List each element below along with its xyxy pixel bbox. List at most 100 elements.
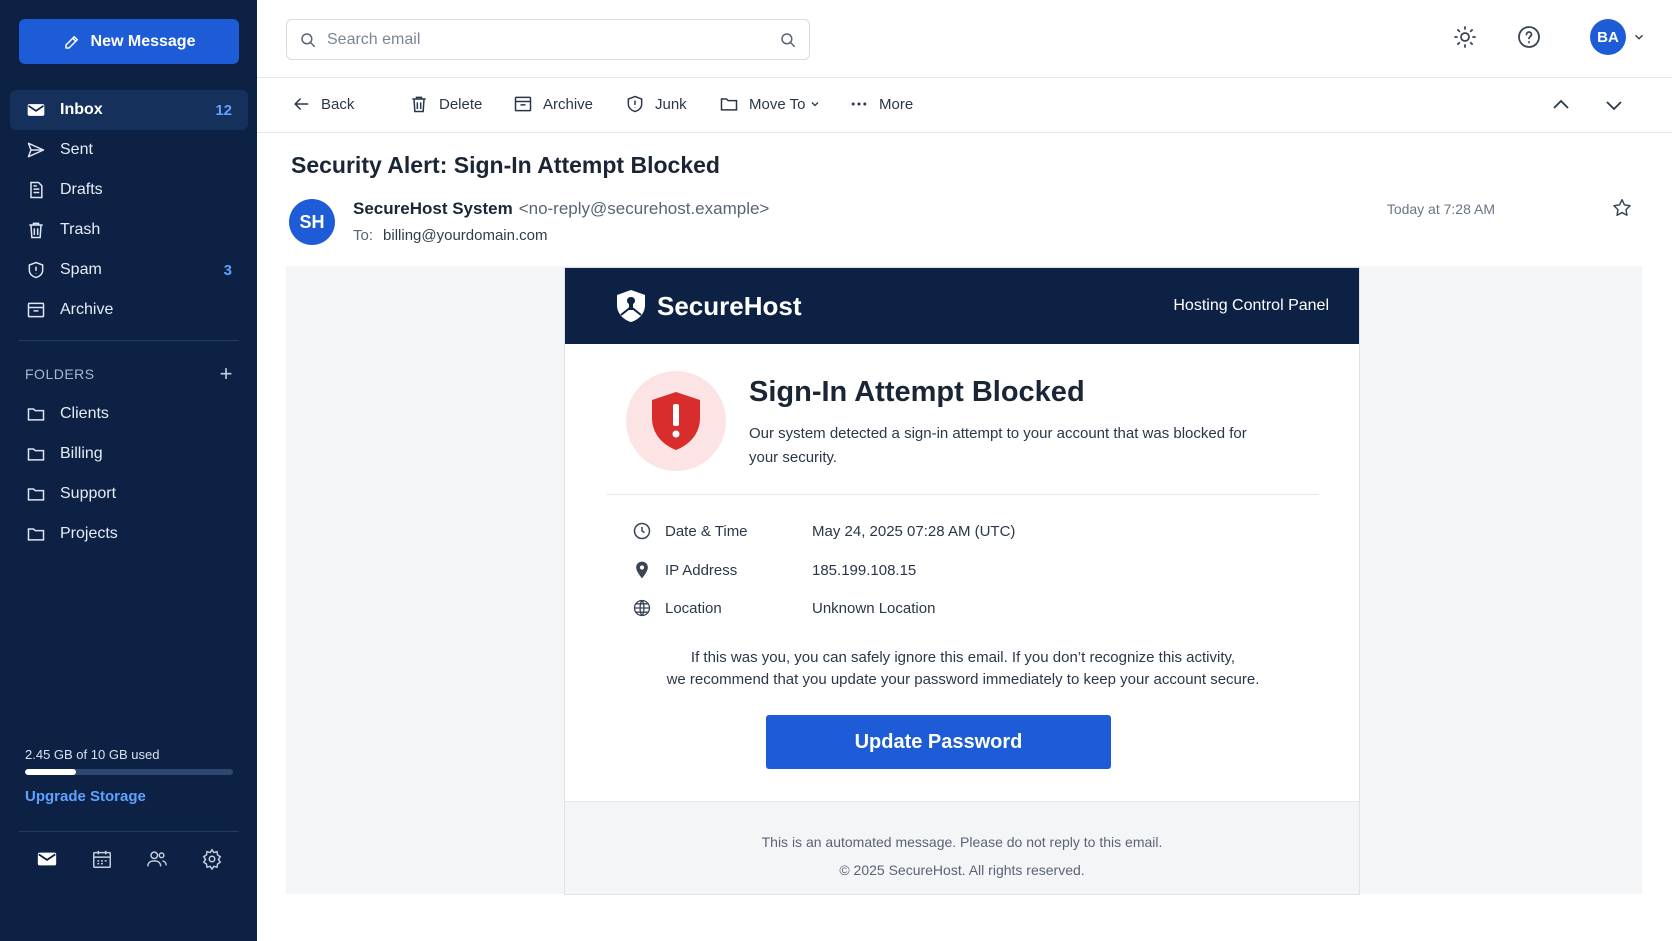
draft-icon xyxy=(30,181,43,199)
sidebar-item-label: Drafts xyxy=(60,181,103,198)
folder-icon xyxy=(720,98,738,111)
help-icon xyxy=(1518,26,1540,48)
new-message-label: New Message xyxy=(90,32,196,50)
brand-header: SecureHost Hosting Control Panel xyxy=(565,268,1359,344)
email-content-card: SecureHost Hosting Control Panel Date & … xyxy=(564,267,1360,895)
send-icon xyxy=(27,142,45,158)
chevron-down-icon xyxy=(1606,101,1622,111)
folders-heading-label: FOLDERS xyxy=(25,366,95,382)
sender-name[interactable]: SecureHost System xyxy=(353,199,513,218)
junk-label: Junk xyxy=(655,95,687,113)
recipient-line: To: billing@yourdomain.com xyxy=(353,227,547,244)
sidebar-item-trash[interactable]: Trash xyxy=(10,210,248,250)
calendar-app-button[interactable] xyxy=(88,845,116,873)
previous-message-button[interactable] xyxy=(1549,93,1573,122)
add-folder-button[interactable]: + xyxy=(220,363,233,385)
next-message-button[interactable] xyxy=(1602,93,1626,122)
alert-icon-circle xyxy=(626,371,726,471)
folder-icon xyxy=(27,448,45,461)
sidebar-item-sent[interactable]: Sent xyxy=(10,130,248,170)
received-time: Today at 7:28 AM xyxy=(1386,201,1495,217)
upgrade-storage-link[interactable]: Upgrade Storage xyxy=(25,788,146,805)
mail-icon xyxy=(27,104,45,116)
sender-line: SecureHost System <no-reply@securehost.ex… xyxy=(353,199,769,219)
chevron-up-icon xyxy=(1553,99,1569,109)
junk-button[interactable]: Junk xyxy=(625,94,687,114)
to-label: To: xyxy=(353,227,374,244)
alert-icon-wrap xyxy=(626,371,726,471)
notice-line: If this was you, you can safely ignore t… xyxy=(690,649,1236,666)
sidebar-item-folder-clients[interactable]: Clients xyxy=(10,394,248,434)
detail-label: Location xyxy=(665,599,722,617)
detail-row-location: Location Unknown Location xyxy=(632,598,935,618)
top-bar: BA xyxy=(257,0,1672,78)
search-box[interactable] xyxy=(286,19,810,60)
trash-icon xyxy=(412,96,426,113)
move-to-button[interactable]: Move To xyxy=(719,94,821,114)
footer-line: © 2025 SecureHost. All rights reserved. xyxy=(839,862,1085,878)
message-toolbar: Back Delete Archive Junk Move To More xyxy=(257,78,1672,133)
panel-label: Hosting Control Panel xyxy=(1173,297,1329,314)
account-menu[interactable]: BA xyxy=(1590,19,1646,55)
back-button[interactable]: Back xyxy=(291,94,354,114)
sidebar-item-label: Archive xyxy=(60,301,114,318)
more-button[interactable]: More xyxy=(849,94,913,114)
theme-toggle-button[interactable] xyxy=(1452,24,1478,50)
sidebar-item-label: Inbox xyxy=(60,101,103,118)
recipient-address: billing@yourdomain.com xyxy=(383,227,548,244)
sidebar-item-folder-billing[interactable]: Billing xyxy=(10,434,248,474)
contacts-app-button[interactable] xyxy=(143,845,171,873)
sidebar-item-folder-support[interactable]: Support xyxy=(10,474,248,514)
footer-line: This is an automated message. Please do … xyxy=(761,834,1163,850)
clock-icon xyxy=(633,522,651,540)
storage-usage-text: 2.45 GB of 10 GB used xyxy=(25,747,160,762)
help-button[interactable] xyxy=(1516,24,1542,50)
new-message-button[interactable]: New Message xyxy=(19,19,239,64)
spam-count: 3 xyxy=(223,261,232,279)
pencil-icon xyxy=(64,35,78,49)
sender-avatar: SH xyxy=(289,199,335,245)
trash-icon xyxy=(29,222,43,239)
archive-icon xyxy=(27,302,45,318)
mail-nav: Inbox 12 Sent Drafts Trash Spam 3 Archiv… xyxy=(10,90,248,330)
sidebar-item-archive[interactable]: Archive xyxy=(10,290,248,330)
sender-address: <no-reply@securehost.example> xyxy=(518,199,770,218)
sidebar-item-spam[interactable]: Spam 3 xyxy=(10,250,248,290)
app-switcher xyxy=(19,845,239,873)
chevron-down-icon xyxy=(811,102,819,107)
contacts-icon xyxy=(146,851,167,867)
delete-label: Delete xyxy=(439,95,483,113)
more-label: More xyxy=(879,95,914,113)
location-pin-icon xyxy=(636,561,648,579)
sidebar-item-drafts[interactable]: Drafts xyxy=(10,170,248,210)
star-icon[interactable] xyxy=(1611,197,1633,219)
settings-app-button[interactable] xyxy=(198,845,226,873)
search-icon[interactable] xyxy=(779,31,797,49)
archive-icon xyxy=(514,96,532,112)
email-footer: This is an automated message. Please do … xyxy=(565,801,1359,894)
shield-icon xyxy=(627,95,643,113)
security-notice: If this was you, you can safely ignore t… xyxy=(565,647,1361,691)
search-icon xyxy=(301,32,316,47)
detail-value: Unknown Location xyxy=(812,599,936,617)
delete-button[interactable]: Delete xyxy=(409,94,482,114)
update-password-button[interactable]: Update Password xyxy=(766,715,1111,769)
search-input[interactable] xyxy=(327,30,779,49)
sun-icon xyxy=(1454,26,1476,48)
shield-alert-icon xyxy=(652,392,700,450)
folder-label: Support xyxy=(60,485,117,502)
detail-value: 185.199.108.15 xyxy=(812,561,917,579)
sidebar-item-folder-projects[interactable]: Projects xyxy=(10,514,248,554)
chevron-down-icon xyxy=(1634,34,1644,40)
sidebar-item-inbox[interactable]: Inbox 12 xyxy=(10,90,248,130)
archive-button[interactable]: Archive xyxy=(513,94,593,114)
mail-app-button[interactable] xyxy=(33,845,61,873)
more-dots-icon xyxy=(851,102,867,106)
unread-count: 12 xyxy=(215,101,232,119)
folder-list: Clients Billing Support Projects xyxy=(10,394,248,554)
sidebar-item-label: Trash xyxy=(60,221,101,238)
detail-label: IP Address xyxy=(665,561,738,579)
divider xyxy=(19,340,239,341)
folders-heading: FOLDERS + xyxy=(25,363,233,385)
folder-label: Projects xyxy=(60,525,118,542)
